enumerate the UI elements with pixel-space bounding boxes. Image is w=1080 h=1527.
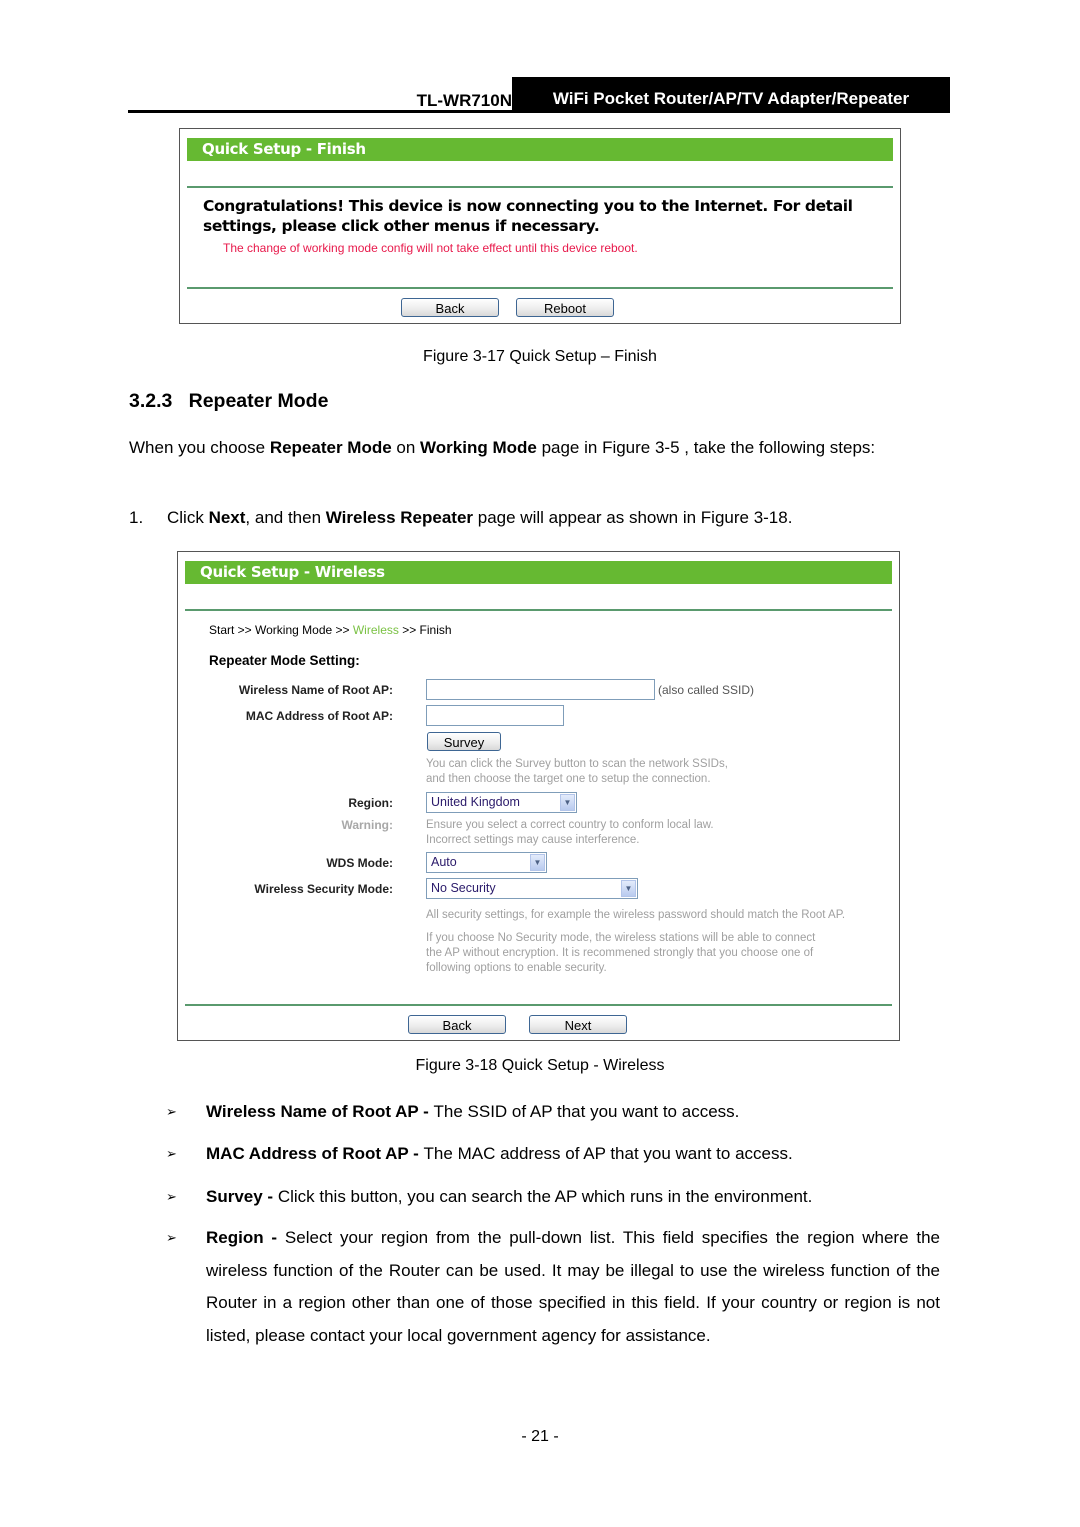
section-title: Repeater Mode Setting: [209, 653, 360, 668]
breadcrumb-start: Start >> Working Mode >> [209, 623, 353, 637]
bullet-desc: Select your region from the pull-down li… [206, 1228, 940, 1345]
bullet-term: Region - [206, 1228, 285, 1247]
back-button[interactable]: Back [408, 1015, 506, 1034]
quick-setup-finish-screenshot: Quick Setup - Finish Congratulations! Th… [179, 128, 901, 324]
chevron-down-icon: ▼ [621, 880, 636, 897]
bullet-term: Wireless Name of Root AP - [206, 1102, 434, 1121]
hint-line: and then choose the target one to setup … [426, 773, 711, 785]
bold-term: Working Mode [420, 438, 537, 457]
reboot-warning: The change of working mode config will n… [223, 241, 638, 255]
hint-line: You can click the Survey button to scan … [426, 758, 728, 770]
bullet-item: ➢ MAC Address of Root AP - The MAC addre… [166, 1138, 940, 1171]
step-1: 1. Click Next, and then Wireless Repeater… [129, 508, 792, 528]
section-heading: 3.2.3 Repeater Mode [129, 390, 329, 412]
wds-select[interactable]: Auto ▼ [426, 852, 547, 873]
bullet-item: ➢ Wireless Name of Root AP - The SSID of… [166, 1096, 940, 1129]
wireless-title-bar: Quick Setup - Wireless [185, 561, 892, 584]
mac-label: MAC Address of Root AP: [245, 709, 393, 723]
region-value: United Kingdom [431, 795, 520, 809]
security-label: Wireless Security Mode: [254, 882, 393, 896]
chevron-down-icon: ▼ [530, 854, 545, 871]
divider [185, 609, 892, 611]
step-number: 1. [129, 508, 144, 527]
arrow-bullet-icon: ➢ [166, 1146, 177, 1161]
security-note: All security settings, for example the w… [426, 909, 846, 921]
warning-label: Warning: [341, 818, 393, 832]
text: page in Figure 3-5 , take the following … [536, 438, 876, 457]
bullet-item: ➢ Region - Select your region from the p… [166, 1222, 940, 1352]
hint-line: following options to enable security. [426, 962, 607, 974]
intro-paragraph: When you choose Repeater Mode on Working… [129, 432, 949, 464]
bullet-desc: Click this button, you can search the AP… [277, 1187, 813, 1206]
breadcrumb-current: Wireless [352, 623, 399, 637]
text: Click [167, 508, 209, 527]
finish-title-bar: Quick Setup - Finish [187, 138, 893, 161]
survey-hint: You can click the Survey button to scan … [426, 757, 728, 787]
security-value: No Security [431, 881, 496, 895]
mac-input[interactable] [426, 705, 564, 726]
divider [185, 1004, 892, 1006]
figure-caption: Figure 3-17 Quick Setup – Finish [423, 348, 657, 365]
back-button[interactable]: Back [401, 298, 499, 317]
bullet-item: ➢ Survey - Click this button, you can se… [166, 1181, 940, 1214]
bullet-term: Survey - [206, 1187, 278, 1206]
bold-term: Next [208, 508, 246, 527]
breadcrumb: Start >> Working Mode >> Wireless >> Fin… [209, 623, 452, 637]
quick-setup-wireless-screenshot: Quick Setup - Wireless Start >> Working … [177, 551, 900, 1041]
divider [187, 186, 893, 188]
model-name: TL-WR710N [416, 91, 512, 110]
security-select[interactable]: No Security ▼ [426, 878, 638, 899]
region-label: Region: [348, 796, 393, 810]
text: page will appear as shown in Figure 3-18… [473, 508, 793, 527]
bullet-desc: The MAC address of AP that you want to a… [423, 1144, 793, 1163]
hint-line: the AP without encryption. It is recomme… [426, 947, 814, 959]
page-header: TL-WR710N WiFi Pocket Router/AP/TV Adapt… [128, 77, 950, 113]
figure-caption: Figure 3-18 Quick Setup - Wireless [415, 1057, 665, 1074]
arrow-bullet-icon: ➢ [166, 1189, 177, 1204]
text: on [391, 438, 421, 457]
survey-button[interactable]: Survey [427, 732, 501, 751]
product-title: WiFi Pocket Router/AP/TV Adapter/Repeate… [512, 77, 950, 111]
next-button[interactable]: Next [529, 1015, 627, 1034]
breadcrumb-end: >> Finish [398, 623, 452, 637]
ssid-label: Wireless Name of Root AP: [238, 683, 393, 697]
arrow-bullet-icon: ➢ [166, 1104, 177, 1119]
ssid-note: (also called SSID) [658, 683, 755, 697]
bold-term: Wireless Repeater [325, 508, 474, 527]
page-number: - 21 - [521, 1428, 559, 1445]
wds-value: Auto [431, 855, 457, 869]
hint-line: Ensure you select a correct country to c… [426, 819, 714, 831]
arrow-bullet-icon: ➢ [166, 1230, 177, 1245]
text: When you choose [129, 438, 270, 457]
reboot-button[interactable]: Reboot [516, 298, 614, 317]
divider [187, 287, 893, 289]
wds-label: WDS Mode: [326, 856, 393, 870]
no-security-note: If you choose No Security mode, the wire… [426, 931, 815, 976]
region-select[interactable]: United Kingdom ▼ [426, 792, 577, 813]
hint-line: If you choose No Security mode, the wire… [426, 932, 816, 944]
bullet-desc: The SSID of AP that you want to access. [433, 1102, 740, 1121]
congratulations-message: Congratulations! This device is now conn… [203, 197, 853, 235]
hint-line: Incorrect settings may cause interferenc… [426, 834, 640, 846]
region-warning: Ensure you select a correct country to c… [426, 818, 714, 848]
chevron-down-icon: ▼ [560, 794, 575, 811]
bullet-term: MAC Address of Root AP - [206, 1144, 424, 1163]
bold-term: Repeater Mode [269, 438, 392, 457]
text: , and then [245, 508, 326, 527]
ssid-input[interactable] [426, 679, 655, 700]
